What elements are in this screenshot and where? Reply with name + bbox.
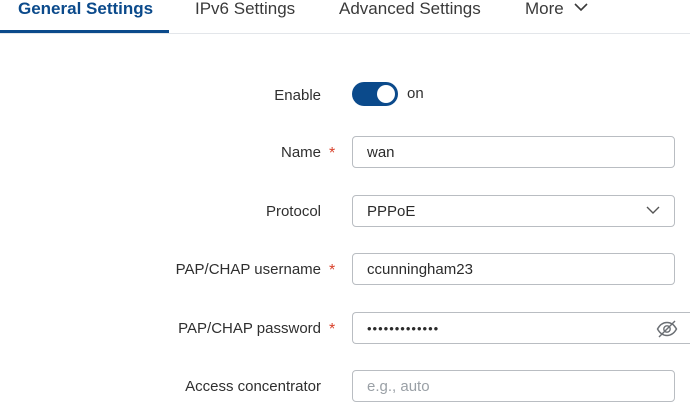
required-marker: * — [329, 321, 336, 338]
password-input[interactable]: ••••••••••••• — [352, 312, 690, 344]
tab-ipv6-settings[interactable]: IPv6 Settings — [195, 0, 295, 33]
toggle-knob — [377, 85, 395, 103]
tab-more-label: More — [525, 0, 564, 18]
password-row: PAP/CHAP password * ••••••••••••• — [0, 312, 690, 346]
name-input-value: wan — [367, 144, 395, 161]
password-label: PAP/CHAP password — [178, 320, 321, 337]
name-row: Name * wan — [0, 136, 690, 170]
chevron-down-icon — [574, 3, 589, 12]
username-row: PAP/CHAP username * ccunningham23 — [0, 253, 690, 287]
username-label: PAP/CHAP username — [175, 261, 321, 278]
username-input[interactable]: ccunningham23 — [352, 253, 675, 285]
password-input-value: ••••••••••••• — [367, 321, 440, 336]
protocol-select-value: PPPoE — [367, 203, 416, 220]
enable-toggle[interactable] — [352, 82, 398, 106]
enable-row: Enable on — [0, 79, 690, 113]
chevron-down-icon — [646, 206, 660, 214]
username-input-value: ccunningham23 — [367, 261, 473, 278]
tab-advanced-settings[interactable]: Advanced Settings — [339, 0, 481, 33]
protocol-row: Protocol PPPoE — [0, 195, 690, 229]
active-tab-indicator — [0, 30, 169, 33]
access-concentrator-placeholder: e.g., auto — [367, 378, 430, 395]
access-concentrator-input[interactable]: e.g., auto — [352, 370, 675, 402]
required-marker: * — [329, 145, 336, 162]
eye-slash-icon[interactable] — [656, 319, 678, 339]
tab-more[interactable]: More — [525, 0, 589, 33]
name-input[interactable]: wan — [352, 136, 675, 168]
tab-advanced-settings-label: Advanced Settings — [339, 0, 481, 18]
required-marker: * — [329, 262, 336, 279]
tab-general-settings-label: General Settings — [18, 0, 154, 18]
name-label: Name — [280, 144, 321, 161]
enable-state-text: on — [407, 85, 424, 102]
protocol-select[interactable]: PPPoE — [352, 195, 675, 227]
tab-general-settings[interactable]: General Settings — [18, 0, 153, 33]
tab-bar: General Settings IPv6 Settings Advanced … — [0, 0, 690, 34]
tab-ipv6-settings-label: IPv6 Settings — [195, 0, 296, 18]
protocol-label: Protocol — [265, 203, 321, 220]
enable-label: Enable — [274, 87, 321, 104]
